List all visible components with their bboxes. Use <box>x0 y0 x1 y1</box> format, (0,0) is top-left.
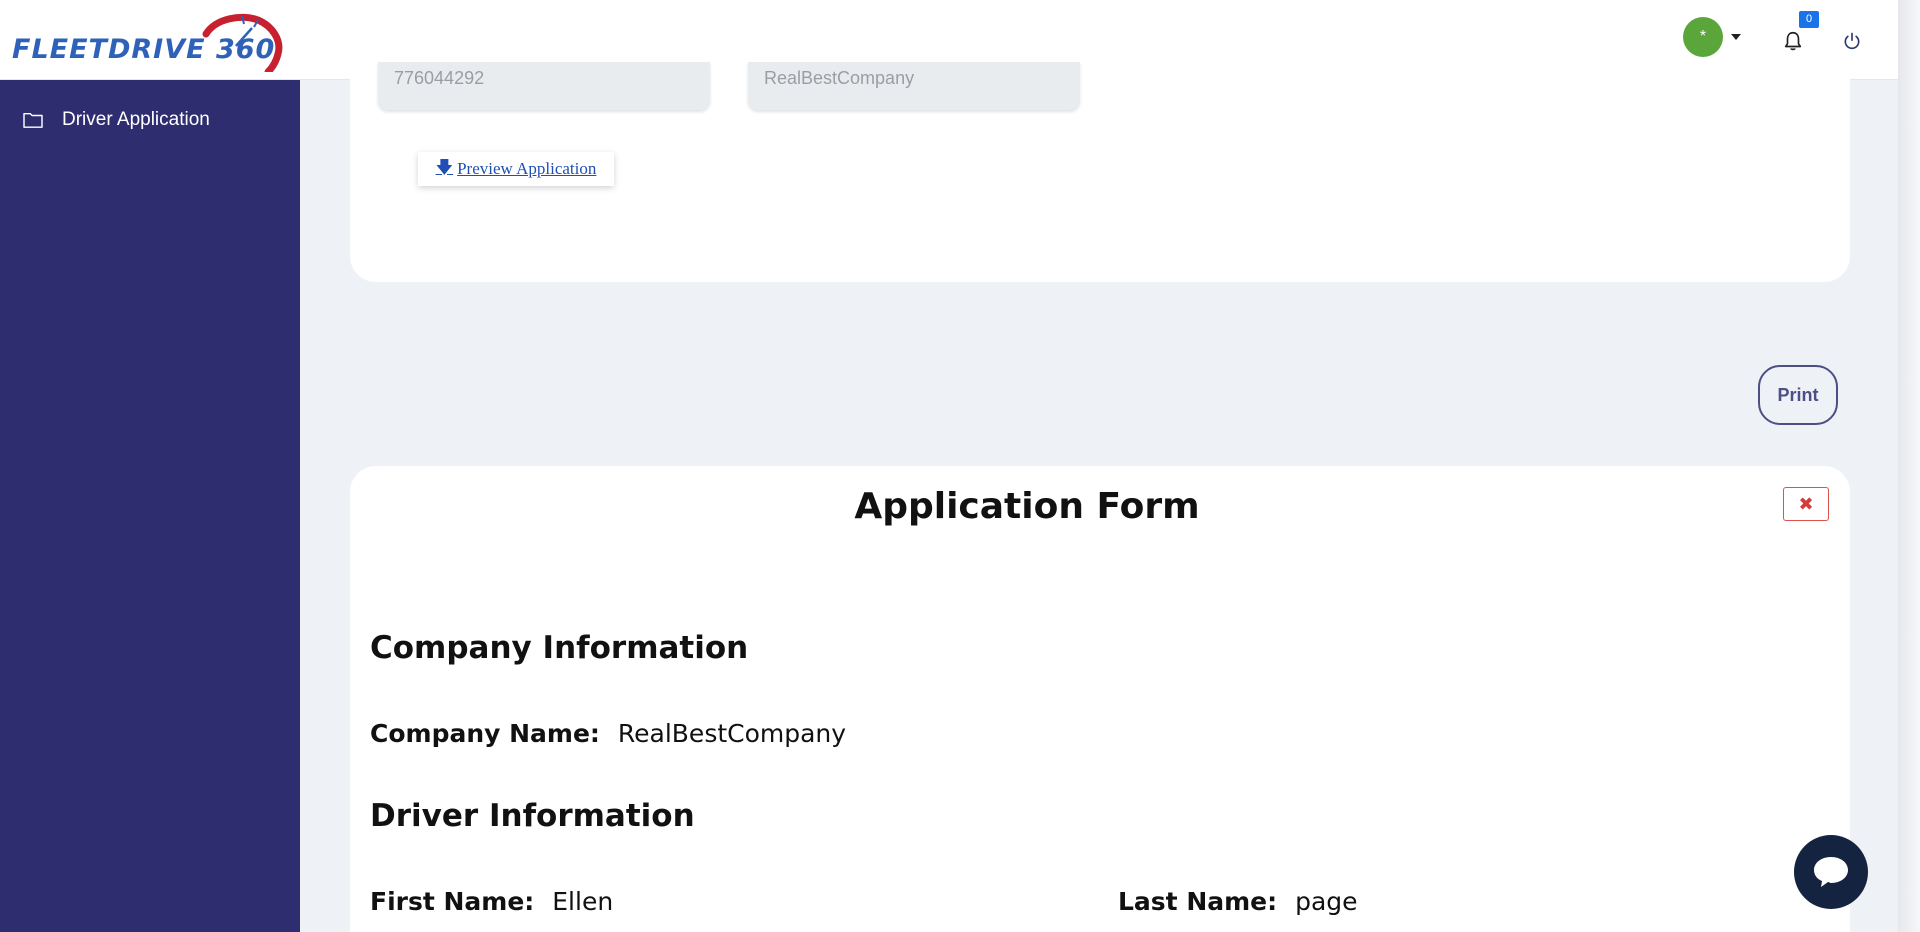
folder-icon <box>23 112 43 128</box>
last-name-label: Last Name: <box>1118 887 1278 916</box>
last-name-row: Last Name: page <box>1118 887 1358 916</box>
close-button[interactable]: ✖ <box>1783 487 1829 521</box>
power-icon[interactable] <box>1842 31 1862 51</box>
page-title: Application Form <box>854 486 1200 527</box>
application-details-card: 776044292 RealBestCompany 🡇 Preview Appl… <box>350 62 1850 282</box>
chevron-down-icon[interactable] <box>1731 34 1741 40</box>
sidebar-item-label: Driver Application <box>62 109 210 130</box>
phone-field[interactable]: 776044292 <box>378 62 710 110</box>
chat-widget-button[interactable] <box>1794 835 1868 909</box>
sidebar-item-driver-application[interactable]: Driver Application <box>0 100 300 140</box>
download-arrow-icon: 🡇 <box>435 157 454 177</box>
logo-text: FLEETDRIVE 360 <box>12 34 276 65</box>
first-name-label: First Name: <box>370 887 535 916</box>
user-avatar[interactable]: * <box>1683 17 1723 57</box>
times-icon: ✖ <box>1798 493 1814 514</box>
company-information-heading: Company Information <box>370 630 749 666</box>
driver-information-heading: Driver Information <box>370 798 695 834</box>
company-name-row: Company Name: RealBestCompany <box>370 719 846 748</box>
page-scrollbar[interactable] <box>1898 0 1920 932</box>
fleetdrive-logo[interactable]: FLEETDRIVE 360 <box>10 10 300 72</box>
first-name-value: Ellen <box>552 887 614 916</box>
application-form-card: Application Form ✖ Company Information C… <box>350 466 1850 932</box>
bell-icon[interactable] <box>1782 30 1804 52</box>
sidebar: Driver Application <box>0 80 300 932</box>
company-name-value: RealBestCompany <box>617 719 847 748</box>
company-field[interactable]: RealBestCompany <box>748 62 1080 110</box>
chat-bubble-icon <box>1814 857 1848 887</box>
last-name-value: page <box>1295 887 1358 916</box>
company-name-label: Company Name: <box>370 719 600 748</box>
preview-application-button[interactable]: 🡇 Preview Application <box>418 152 614 186</box>
first-name-row: First Name: Ellen <box>370 887 613 916</box>
print-button[interactable]: Print <box>1758 365 1838 425</box>
notification-count-badge: 0 <box>1799 11 1819 28</box>
